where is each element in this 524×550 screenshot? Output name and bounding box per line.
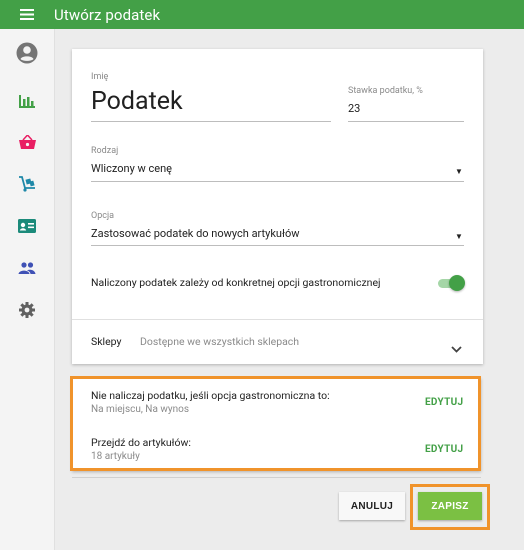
account-icon[interactable] [0, 41, 54, 65]
cancel-button[interactable]: ANULUJ [339, 492, 405, 520]
rate-input[interactable]: 23 [348, 102, 360, 115]
gastronomic-toggle[interactable] [449, 275, 465, 291]
basket-icon[interactable] [0, 130, 54, 154]
option-label: Opcja [91, 211, 115, 221]
rate-label: Stawka podatku, % [348, 86, 423, 96]
people-icon[interactable] [0, 256, 54, 280]
type-label: Rodzaj [91, 146, 119, 156]
gear-icon[interactable] [0, 298, 54, 322]
type-select[interactable]: Wliczony w cenę [91, 162, 172, 175]
option-underline [91, 245, 464, 246]
cart-icon[interactable] [0, 172, 54, 196]
highlight-frame [70, 376, 481, 471]
bar-chart-icon[interactable] [0, 89, 54, 113]
chevron-down-icon[interactable] [451, 338, 462, 357]
app-header: Utwórz podatek [0, 0, 524, 29]
type-underline [91, 181, 464, 182]
footer-divider [72, 477, 481, 478]
stores-value: Dostępne we wszystkich sklepach [140, 335, 300, 348]
divider [72, 319, 483, 320]
name-underline [91, 121, 331, 122]
chevron-down-icon[interactable]: ▼ [455, 167, 463, 176]
toggle-label: Naliczony podatek zależy od konkretnej o… [91, 276, 381, 289]
tax-form-card: Imię Podatek Stawka podatku, % 23 Rodzaj… [72, 49, 483, 364]
option-select[interactable]: Zastosować podatek do nowych artykułów [91, 227, 300, 240]
stores-label: Sklepy [91, 335, 122, 348]
page-title: Utwórz podatek [54, 5, 161, 24]
save-button[interactable]: ZAPISZ [418, 492, 482, 520]
chevron-down-icon[interactable]: ▼ [455, 232, 463, 241]
name-label: Imię [91, 72, 109, 82]
id-card-icon[interactable] [0, 214, 54, 238]
sidebar [0, 29, 55, 550]
menu-icon[interactable] [0, 0, 54, 29]
name-input[interactable]: Podatek [91, 87, 183, 116]
rate-underline [348, 121, 464, 122]
